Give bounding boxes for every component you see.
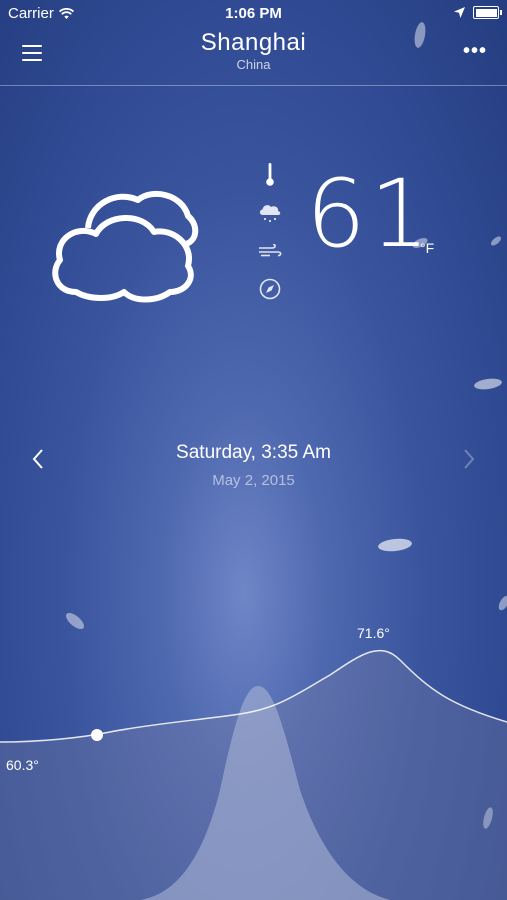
status-bar: Carrier 1:06 PM [0,0,507,28]
battery-icon [473,6,502,19]
leaf-icon [412,238,428,248]
day-time-label: Saturday, 3:35 Am [176,442,331,463]
leaf-icon [378,538,412,552]
leaf-icon [474,378,502,390]
nav-bar: Shanghai China ••• [0,28,507,86]
metric-icons [258,156,282,308]
city-title: Shanghai [200,29,307,56]
leaf-icon [483,807,493,829]
date-label: May 2, 2015 [212,472,295,489]
leaf-icon [414,22,426,48]
country-subtitle: China [236,57,271,72]
current-time-marker [91,729,103,741]
snow-cloud-icon [258,194,282,232]
compass-icon [258,270,282,308]
more-options-button[interactable]: ••• [463,40,487,63]
leaf-icon [498,595,507,611]
cloud-icon [52,190,199,303]
location-arrow-icon [454,7,465,18]
date-block: Saturday, 3:35 Am May 2, 2015 [0,442,507,489]
min-temperature-label: 60.3° [6,757,39,773]
status-time: 1:06 PM [225,5,282,22]
next-day-button[interactable] [463,448,475,475]
leaf-icon [65,612,85,630]
wind-icon [258,232,282,270]
chevron-right-icon [464,449,475,469]
temperature-graph[interactable] [0,600,507,900]
max-temperature-label: 71.6° [357,625,390,641]
thermometer-icon [258,156,282,194]
leaf-icon [491,236,501,246]
